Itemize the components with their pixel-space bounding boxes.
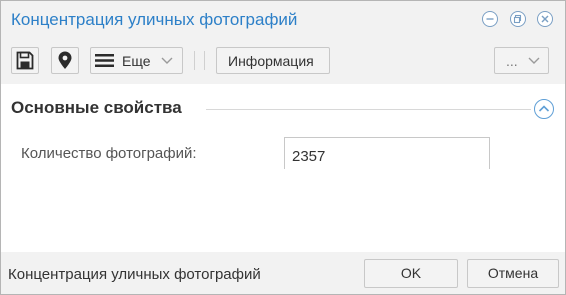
cancel-button[interactable]: Отмена [467,259,559,288]
menu-icon [95,54,114,67]
restore-icon [513,14,522,24]
window-title: Концентрация уличных фотографий [11,10,298,29]
form-content: Основные свойства Количество фотографий: [1,84,565,252]
minimize-button[interactable] [482,11,498,27]
minimize-icon [486,18,494,20]
collapse-section-button[interactable] [534,99,554,119]
map-pin-icon [58,51,72,69]
more-menu-button[interactable]: Еще [90,47,183,74]
section-divider [206,109,531,110]
close-button[interactable] [537,11,553,27]
overflow-menu-button[interactable]: ... [494,47,549,74]
info-button[interactable]: Информация [216,47,330,74]
chevron-down-icon [161,57,173,64]
info-button-label: Информация [228,53,314,69]
title-bar: Концентрация уличных фотографий [1,1,565,39]
close-icon [541,15,549,23]
more-menu-label: Еще [122,53,151,69]
toolbar-separator [194,51,195,70]
location-button[interactable] [51,47,79,74]
toolbar: Еще Информация ... [1,39,565,84]
chevron-up-icon [538,105,550,112]
chevron-down-icon [528,57,540,64]
save-icon [16,51,34,70]
overflow-menu-label: ... [506,53,518,69]
save-button[interactable] [11,47,39,74]
restore-button[interactable] [510,11,526,27]
ok-button[interactable]: OK [364,259,458,288]
dialog-window: Концентрация уличных фотографий Еще Инфо… [0,0,566,295]
toolbar-separator [204,51,205,70]
footer-title: Концентрация уличных фотографий [8,266,261,283]
section-title: Основные свойства [11,98,182,117]
photo-count-label: Количество фотографий: [21,145,197,162]
photo-count-field[interactable] [284,137,490,169]
footer-bar: Концентрация уличных фотографий OK Отмен… [1,252,565,294]
